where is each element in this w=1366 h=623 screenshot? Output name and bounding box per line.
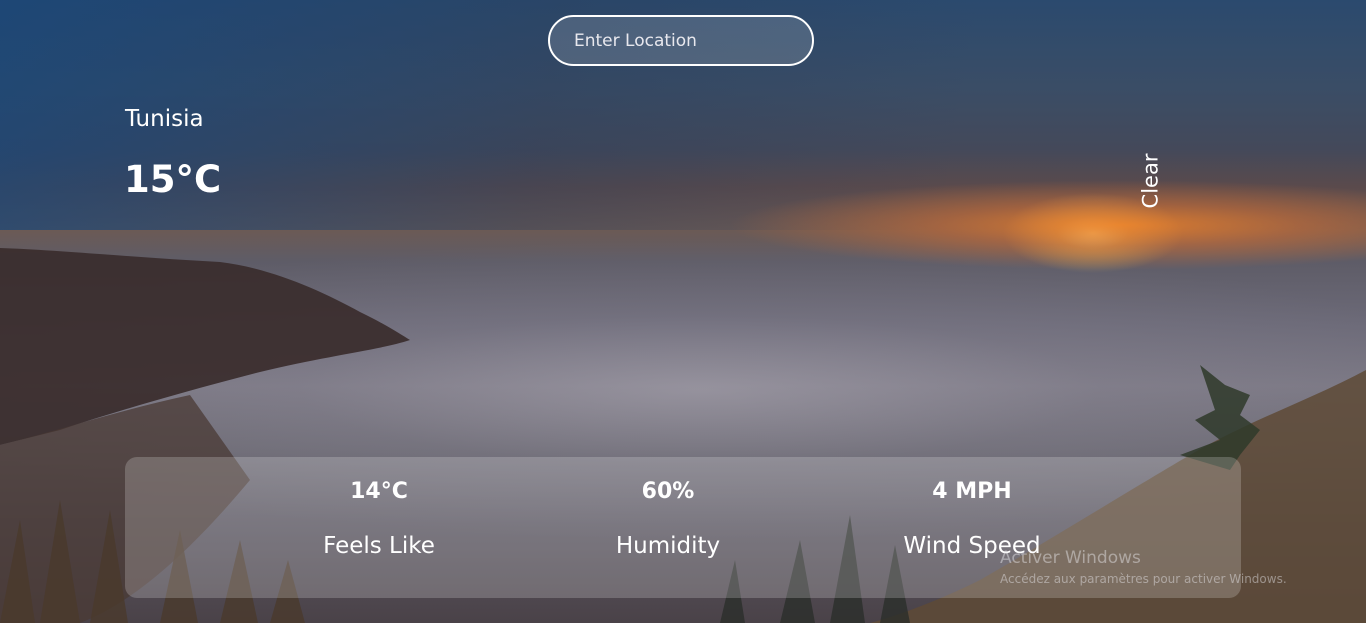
weather-app: Tunisia 15°C Clear 14°C Feels Like 60% H…	[0, 0, 1366, 623]
background-sunset-glow	[500, 150, 1366, 290]
windows-activation-watermark: Activer Windows Accédez aux paramètres p…	[1000, 548, 1287, 586]
current-temperature: 15°C	[124, 158, 222, 201]
feels-like-label: Feels Like	[323, 533, 435, 559]
weather-condition-text: Clear	[1138, 153, 1163, 209]
watermark-subtitle: Accédez aux paramètres pour activer Wind…	[1000, 572, 1287, 586]
watermark-title: Activer Windows	[1000, 548, 1141, 568]
humidity-label: Humidity	[615, 533, 721, 559]
weather-condition: Clear	[1136, 150, 1164, 212]
location-name: Tunisia	[125, 106, 204, 132]
feels-like-value: 14°C	[350, 479, 408, 504]
humidity-value: 60%	[641, 479, 695, 504]
location-search-input[interactable]	[548, 15, 814, 66]
wind-speed-value: 4 MPH	[932, 479, 1012, 504]
